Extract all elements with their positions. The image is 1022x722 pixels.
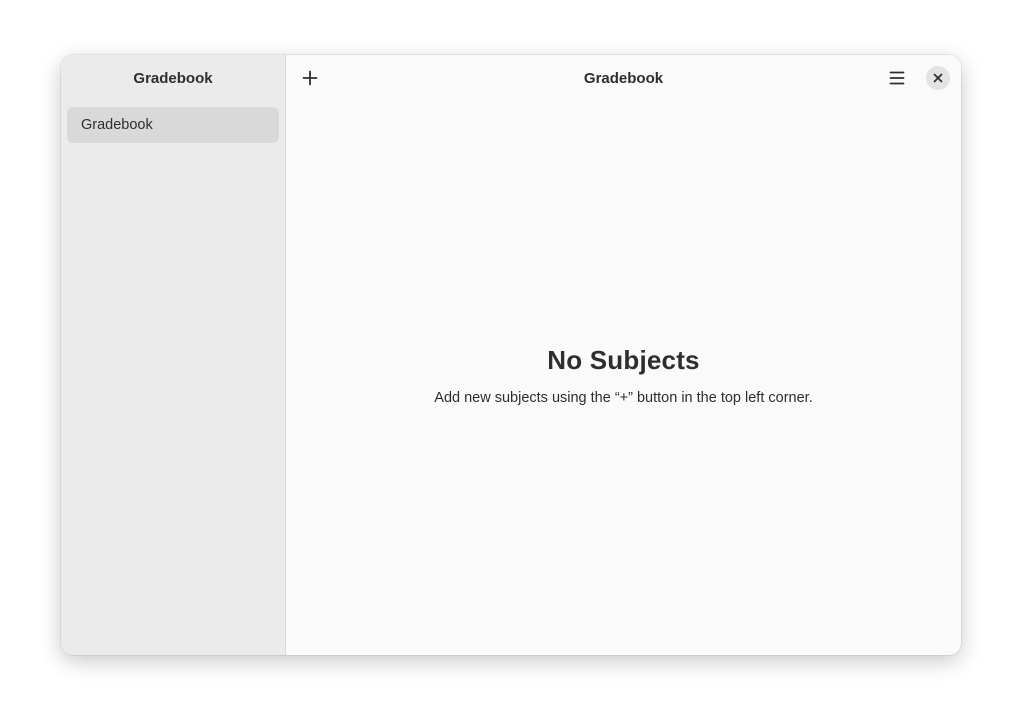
hamburger-menu-icon <box>889 71 905 85</box>
empty-state-description: Add new subjects using the “+” button in… <box>434 390 813 406</box>
page-title: Gradebook <box>583 69 664 87</box>
sidebar-list: Gradebook <box>61 101 285 149</box>
sidebar-title: Gradebook <box>133 69 213 87</box>
plus-icon <box>302 70 318 86</box>
sidebar-item-gradebook[interactable]: Gradebook <box>67 107 279 143</box>
sidebar: Gradebook Gradebook <box>61 55 286 655</box>
sidebar-item-label: Gradebook <box>81 117 153 133</box>
app-window: Gradebook Gradebook Gradebook No Subject… <box>61 55 961 655</box>
add-subject-button[interactable] <box>294 62 326 94</box>
empty-state-title: No Subjects <box>547 345 700 375</box>
close-button[interactable] <box>926 66 950 90</box>
main-menu-button[interactable] <box>881 62 913 94</box>
close-icon <box>933 73 943 83</box>
main-content: Gradebook No Subjects Add new subjects u… <box>286 55 961 655</box>
empty-state: No Subjects Add new subjects using the “… <box>286 345 961 406</box>
header-bar: Gradebook <box>286 55 961 101</box>
